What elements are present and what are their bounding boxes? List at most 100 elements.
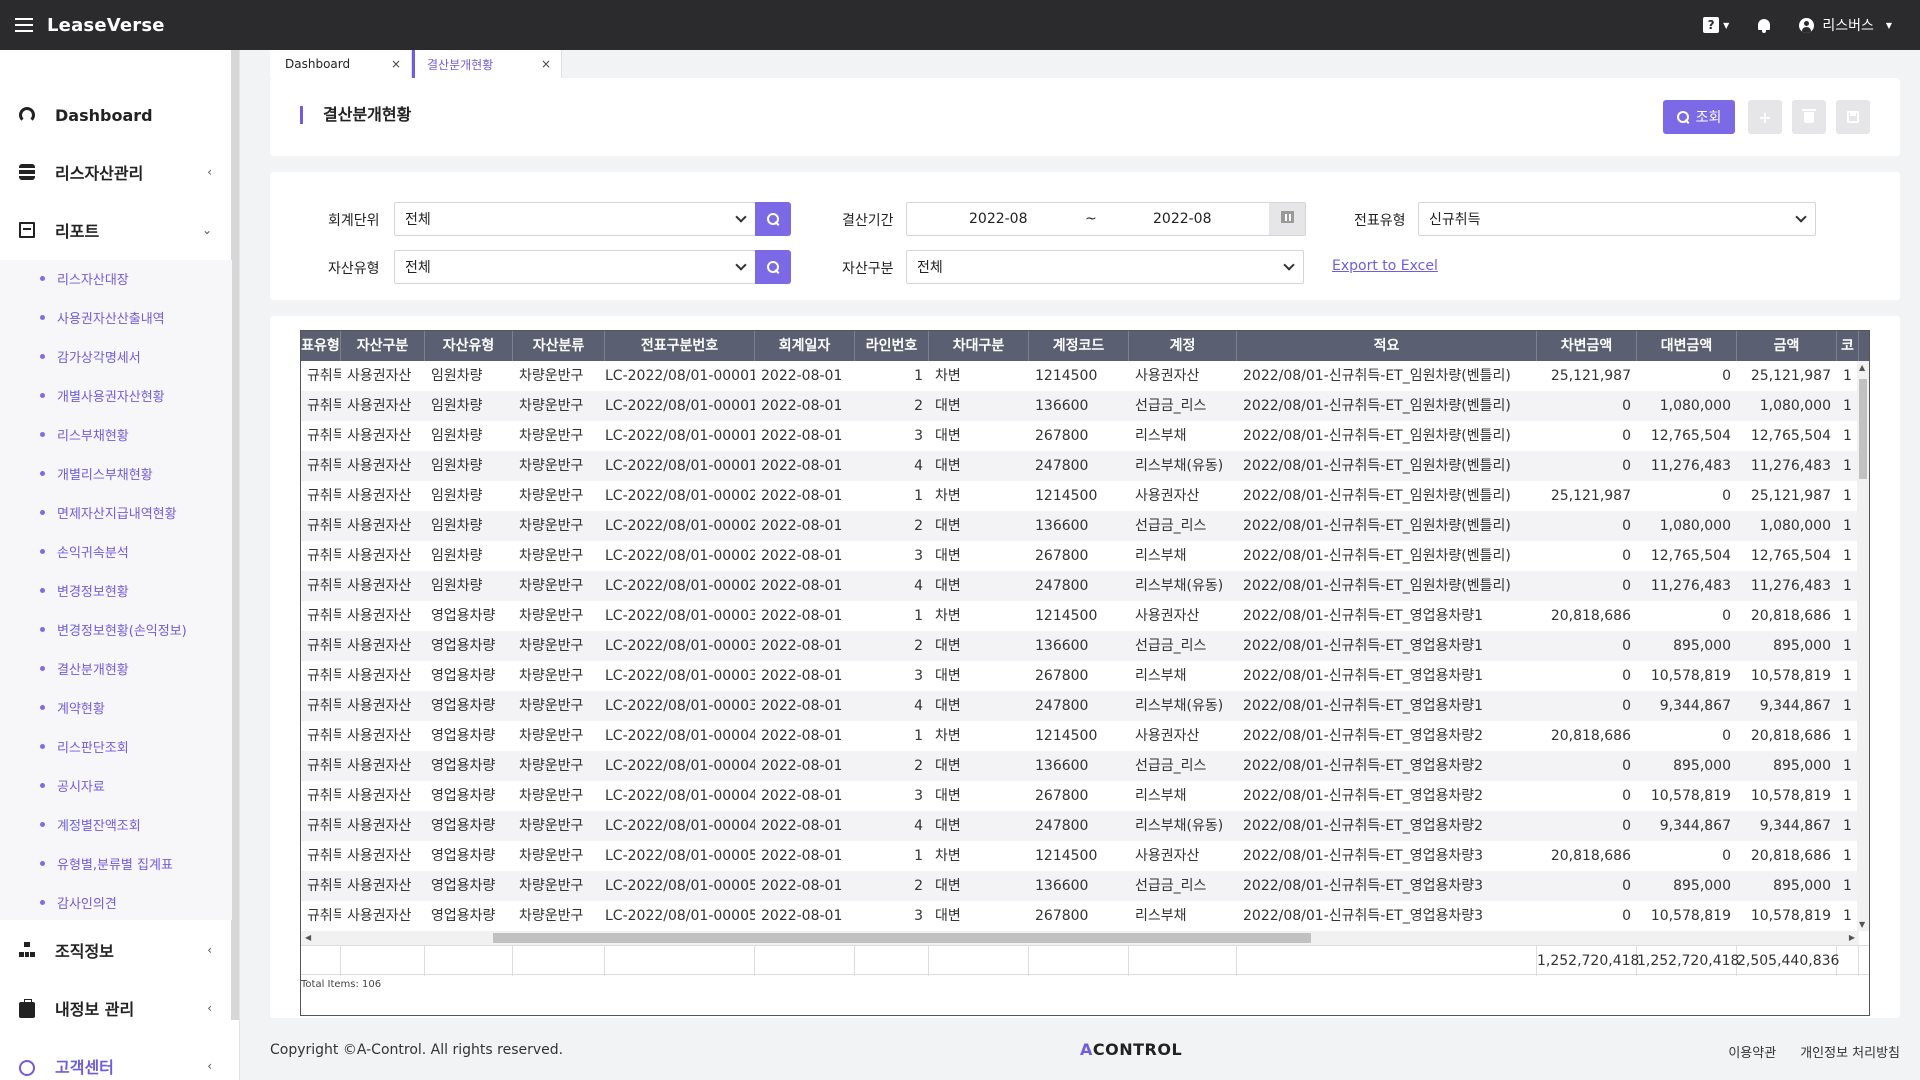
table-row[interactable]: 규취득 사용권자산 임원차량 차량운반구 LC-2022/08/01-00001 2022… [301, 451, 1859, 481]
table-row[interactable]: 규취득 사용권자산 임원차량 차량운반구 LC-2022/08/01-00002 2022… [301, 481, 1859, 511]
user-menu[interactable]: 리스버스 ▼ [1799, 15, 1892, 35]
table-row[interactable]: 규취득 사용권자산 임원차량 차량운반구 LC-2022/08/01-00002 2022… [301, 571, 1859, 601]
help-dropdown[interactable]: ? ▼ [1703, 17, 1729, 33]
save-button[interactable] [1836, 100, 1870, 134]
column-header[interactable]: 대변금액 [1637, 331, 1737, 361]
column-header[interactable]: 차대구분 [929, 331, 1029, 361]
tab-closing-journal[interactable]: 결산분개현황 × [412, 50, 562, 78]
submenu-item[interactable]: 리스자산대장 [40, 267, 129, 289]
asset-class-select[interactable]: 전체 [906, 250, 1304, 284]
table-cell: 2022-08-01 [761, 578, 843, 594]
table-row[interactable]: 규취득 사용권자산 임원차량 차량운반구 LC-2022/08/01-00001 2022… [301, 421, 1859, 451]
table-row[interactable]: 규취득사용권자산영업용차량차량운반구LC-2022/08/01-00005202… [301, 841, 1859, 871]
column-header[interactable]: 전표구분번호 [605, 331, 755, 361]
horizontal-scrollbar[interactable]: ◀ ▶ [301, 931, 1859, 945]
table-cell: 2022/08/01-신규취득-ET_임원차량(벤틀리) [1243, 368, 1511, 384]
app-brand[interactable]: LeaseVerse [47, 15, 165, 36]
sidebar-item-my-info[interactable]: 내정보 관리 ‹ [0, 988, 232, 1028]
asset-type-search-button[interactable] [755, 250, 791, 284]
horizontal-scroll-thumb[interactable] [493, 933, 1311, 943]
table-row[interactable]: 규취득사용권자산영업용차량차량운반구LC-2022/08/01-00004202… [301, 811, 1859, 841]
add-button[interactable]: + [1748, 100, 1782, 134]
column-header[interactable]: 금액 [1737, 331, 1837, 361]
table-row[interactable]: 규취득사용권자산영업용차량차량운반구LC-2022/08/01-00003202… [301, 661, 1859, 691]
tab-dashboard[interactable]: Dashboard × [270, 50, 412, 78]
table-row[interactable]: 규취득 사용권자산 임원차량 차량운반구 LC-2022/08/01-00001 2022… [301, 391, 1859, 421]
close-icon[interactable]: × [391, 57, 401, 71]
column-header[interactable]: 차변금액 [1537, 331, 1637, 361]
submenu-item[interactable]: 계정별잔액조회 [40, 813, 141, 835]
column-header[interactable]: 자산분류 [513, 331, 605, 361]
scroll-left-icon[interactable]: ◀ [305, 933, 311, 942]
table-row[interactable]: 규취득사용권자산영업용차량차량운반구LC-2022/08/01-00004202… [301, 721, 1859, 751]
unit-select[interactable]: 전체 [394, 202, 756, 236]
unit-search-button[interactable] [755, 202, 791, 236]
submenu-item[interactable]: 리스부채현황 [40, 423, 129, 445]
table-row[interactable]: 규취득사용권자산영업용차량차량운반구LC-2022/08/01-00003202… [301, 691, 1859, 721]
table-row[interactable]: 규취득 사용권자산 임원차량 차량운반구 LC-2022/08/01-00001 2022… [301, 361, 1859, 391]
calendar-button[interactable] [1269, 203, 1305, 235]
column-header[interactable]: 계정 [1129, 331, 1237, 361]
scroll-up-icon[interactable]: ▲ [1859, 363, 1865, 372]
submenu-item[interactable]: 변경정보현황(손익정보) [40, 618, 187, 640]
table-row[interactable]: 규취득 사용권자산 임원차량 차량운반구 LC-2022/08/01-00002 2022… [301, 511, 1859, 541]
table-row[interactable]: 규취득사용권자산영업용차량차량운반구LC-2022/08/01-00005202… [301, 901, 1859, 931]
table-row[interactable]: 규취득사용권자산영업용차량차량운반구LC-2022/08/01-00003202… [301, 631, 1859, 661]
scroll-right-icon[interactable]: ▶ [1849, 933, 1855, 942]
column-header[interactable]: 적요 [1237, 331, 1537, 361]
sidebar-item-organization[interactable]: 조직정보 ‹ [0, 930, 232, 970]
table-row[interactable]: 규취득사용권자산영업용차량차량운반구LC-2022/08/01-00004202… [301, 751, 1859, 781]
submenu-item[interactable]: 변경정보현황 [40, 579, 129, 601]
column-header[interactable]: 라인번호 [855, 331, 929, 361]
total-empty-cell [1129, 946, 1237, 976]
table-row[interactable]: 규취득 사용권자산 임원차량 차량운반구 LC-2022/08/01-00002 2022… [301, 541, 1859, 571]
search-button[interactable]: 조회 [1663, 100, 1735, 134]
sidebar-item-dashboard[interactable]: Dashboard [0, 95, 232, 135]
scroll-down-icon[interactable]: ▼ [1859, 920, 1865, 929]
column-header[interactable]: 자산유형 [425, 331, 513, 361]
table-cell: 1 [1843, 638, 1852, 654]
table-row[interactable]: 규취득사용권자산영업용차량차량운반구LC-2022/08/01-00003202… [301, 601, 1859, 631]
submenu-item[interactable]: 감사인의견 [40, 891, 117, 913]
table-cell: 1 [1843, 488, 1852, 504]
close-icon[interactable]: × [541, 57, 551, 71]
column-header[interactable]: 계정코드 [1029, 331, 1129, 361]
submenu-item[interactable]: 개별리스부채현황 [40, 462, 153, 484]
submenu-item[interactable]: 감가상각명세서 [40, 345, 141, 367]
asset-type-select[interactable]: 전체 [394, 250, 756, 284]
table-cell: LC-2022/08/01-00001 [605, 458, 755, 474]
submenu-item[interactable]: 리스판단조회 [40, 735, 129, 757]
submenu-item[interactable]: 손익귀속분석 [40, 540, 129, 562]
column-header[interactable]: 코 [1837, 331, 1859, 361]
sidebar-scrollbar[interactable] [231, 50, 239, 1020]
export-excel-link[interactable]: Export to Excel [1332, 258, 1438, 274]
column-header[interactable]: 회계일자 [755, 331, 855, 361]
submenu-item[interactable]: 유형별,분류별 집계표 [40, 852, 173, 874]
table-row[interactable]: 규취득사용권자산영업용차량차량운반구LC-2022/08/01-00005202… [301, 871, 1859, 901]
delete-button[interactable] [1792, 100, 1826, 134]
submenu-item[interactable]: 면제자산지급내역현황 [40, 501, 177, 523]
table-cell: 대변 [935, 818, 961, 834]
hamburger-menu-icon[interactable] [15, 18, 33, 32]
vertical-scroll-thumb[interactable] [1859, 379, 1867, 479]
submenu-item[interactable]: 개별사용권자산현황 [40, 384, 165, 406]
slip-type-select[interactable]: 신규취득 [1418, 202, 1816, 236]
column-header[interactable]: 표유형 [301, 331, 341, 361]
submenu-item[interactable]: 계약현황 [40, 696, 105, 718]
sidebar-item-customer-center[interactable]: 고객센터 ‹ [0, 1046, 232, 1080]
submenu-item[interactable]: 공시자료 [40, 774, 105, 796]
column-header[interactable]: 자산구분 [341, 331, 425, 361]
period-range-input[interactable]: 2022-08 ~ 2022-08 [906, 202, 1306, 236]
sidebar-item-reports[interactable]: 리포트 ⌄ [0, 210, 232, 250]
submenu-item[interactable]: 결산분개현황 [40, 657, 129, 679]
table-cell: 사용권자산 [347, 878, 412, 894]
sidebar-item-lease-assets[interactable]: 리스자산관리 ‹ [0, 152, 232, 192]
table-cell: 사용권자산 [1135, 368, 1200, 384]
submenu-item[interactable]: 사용권자산산출내역 [40, 306, 165, 328]
table-row[interactable]: 규취득사용권자산영업용차량차량운반구LC-2022/08/01-00004202… [301, 781, 1859, 811]
table-cell: 20,818,686 [1550, 608, 1631, 624]
vertical-scrollbar[interactable]: ▲ ▼ [1857, 361, 1869, 931]
terms-link[interactable]: 이용약관 [1728, 1042, 1776, 1061]
privacy-link[interactable]: 개인정보 처리방침 [1800, 1042, 1900, 1061]
bell-icon[interactable] [1757, 18, 1771, 33]
